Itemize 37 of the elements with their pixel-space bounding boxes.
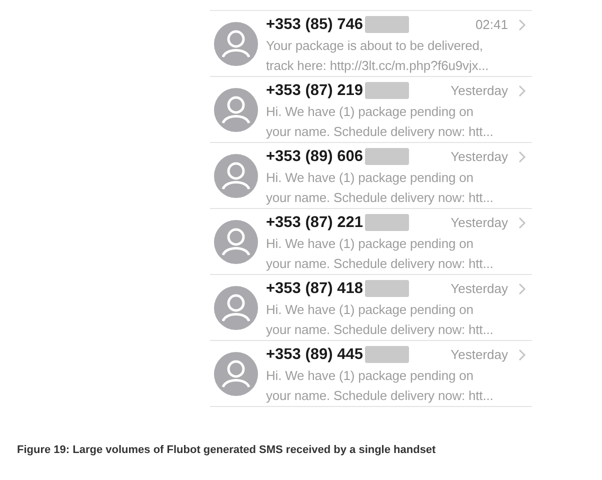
message-preview: Hi. We have (1) package pending on [266,102,474,121]
message-time: 02:41 [475,17,508,32]
chevron-icon [518,84,526,96]
sender-number: +353 (87) 221 [266,214,363,232]
sender-number: +353 (89) 606 [266,148,363,166]
message-preview: Hi. We have (1) package pending on [266,168,474,187]
sender-number: +353 (87) 219 [266,82,363,100]
sender-number: +353 (89) 445 [266,346,363,364]
message-time: Yesterday [450,215,508,230]
message-time: Yesterday [450,83,508,98]
sender-number: +353 (87) 418 [266,280,363,298]
avatar-icon [214,88,258,132]
chevron-icon [518,348,526,360]
message-preview: your name. Schedule delivery now: htt... [266,122,494,141]
figure-caption: Figure 19: Large volumes of Flubot generated SMS received by a single handset [17,444,437,456]
message-time: Yesterday [450,149,508,164]
avatar-icon [214,22,258,66]
message-time: Yesterday [450,347,508,362]
message-preview: your name. Schedule delivery now: htt... [266,386,494,405]
chevron-icon [518,282,526,294]
message-preview: Hi. We have (1) package pending on [266,300,474,319]
message-preview: Hi. We have (1) package pending on [266,234,474,253]
chevron-icon [518,18,526,30]
message-preview: track here: http://3lt.cc/m.php?f6u9vjx... [266,56,490,75]
avatar-icon [214,286,258,330]
message-preview: your name. Schedule delivery now: htt... [266,254,494,273]
chevron-icon [518,150,526,162]
sender-number: +353 (85) 746 [266,16,363,34]
message-preview: Your package is about to be delivered, [266,36,484,55]
chevron-icon [518,216,526,228]
message-time: Yesterday [450,281,508,296]
avatar-icon [214,154,258,198]
avatar-icon [214,352,258,396]
message-preview: your name. Schedule delivery now: htt... [266,188,494,207]
avatar-icon [214,220,258,264]
message-preview: Hi. We have (1) package pending on [266,366,474,385]
message-preview: your name. Schedule delivery now: htt... [266,320,494,339]
